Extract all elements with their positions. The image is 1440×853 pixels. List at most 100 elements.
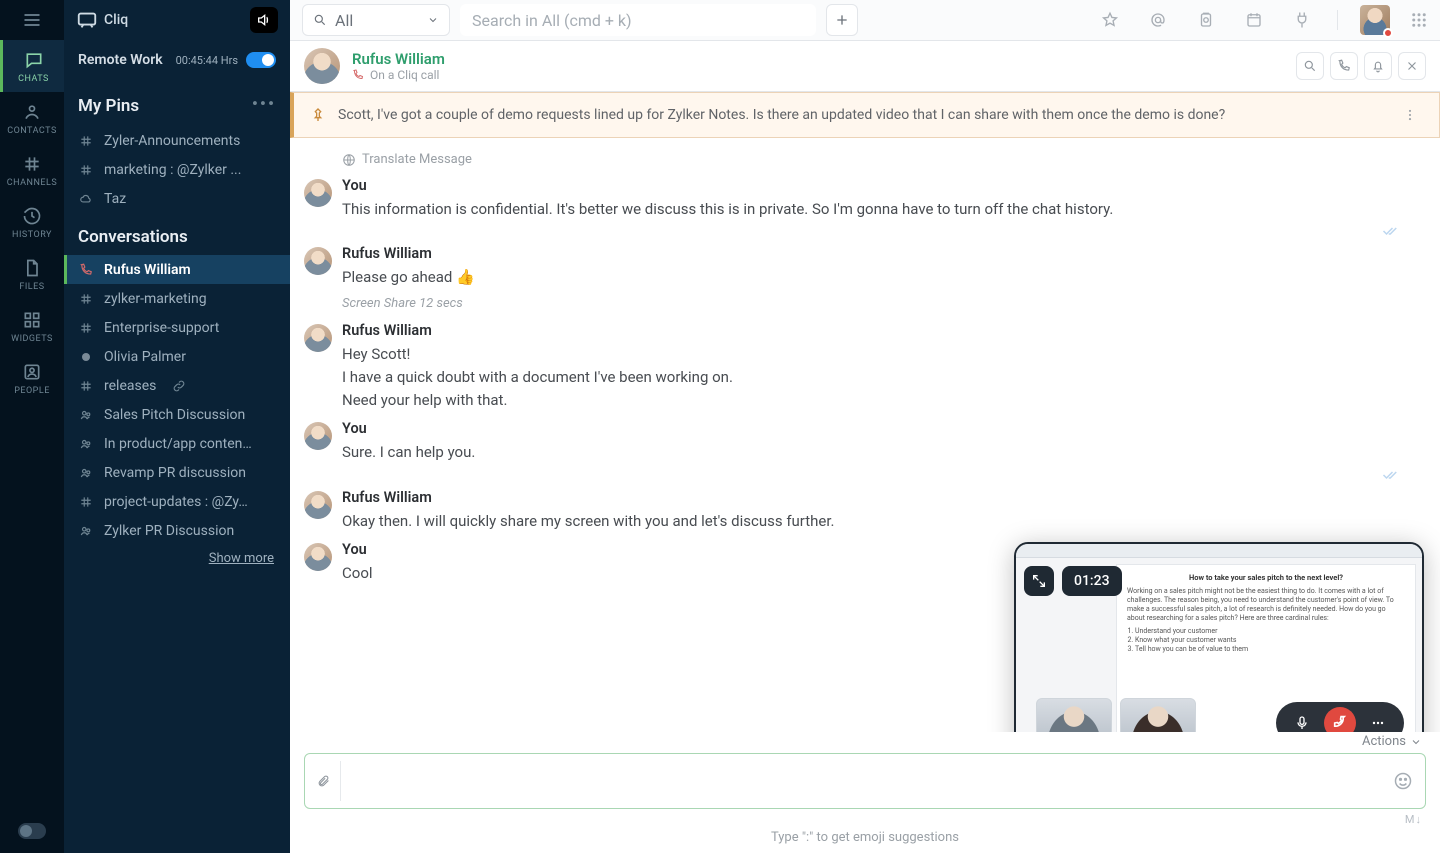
rail-history[interactable]: HISTORY [0,196,64,248]
chevron-down-icon [1410,736,1422,748]
show-more-link[interactable]: Show more [64,545,290,566]
conversation-label: Revamp PR discussion [104,465,246,481]
conversation-label: zylker-marketing [104,291,207,307]
conv-notify-button[interactable] [1364,52,1392,80]
group-icon [78,436,94,452]
emoji-icon [1393,771,1413,791]
conversation-label: releases [104,378,156,394]
call-titlebar [1016,544,1422,558]
message-sender: Rufus William [342,245,1400,262]
rail-contacts[interactable]: CONTACTS [0,92,64,144]
conversation-item[interactable]: project-updates : @Zy… [64,487,290,516]
conversation-item[interactable]: zylker-marketing [64,284,290,313]
star-button[interactable] [1099,9,1121,31]
contact-name[interactable]: Rufus William [352,50,445,68]
link-icon [172,379,186,393]
message-list[interactable]: Translate Message YouThis information is… [290,138,1440,732]
hangup-button[interactable] [1324,707,1356,732]
my-pins-menu[interactable]: ••• [252,94,276,118]
search-input[interactable]: Search in All (cmd + k) [460,4,816,36]
message-avatar [304,491,332,519]
conversation-label: project-updates : @Zy… [104,494,248,510]
mentions-button[interactable] [1147,9,1169,31]
call-window[interactable]: 01:23 How to take your sales pitch to th… [1014,542,1424,732]
message-avatar [304,247,332,275]
search-icon [1303,59,1317,73]
channels-icon [22,154,42,174]
rail-chats[interactable]: CHATS [0,40,64,92]
conversation-item[interactable]: Rufus William [64,255,290,284]
on-call-indicator [1383,28,1393,38]
conversation-item[interactable]: Zylker PR Discussion [64,516,290,545]
status-text: On a Cliq call [370,68,439,82]
message-input[interactable] [351,754,1383,808]
kebab-icon [1403,108,1417,122]
message: Rufus WilliamPlease go ahead 👍Screen Sha… [290,241,1440,317]
search-placeholder: Search in All (cmd + k) [472,11,632,30]
widgets-icon [22,310,42,330]
conv-search-button[interactable] [1296,52,1324,80]
calendar-icon [1245,11,1263,29]
app-switcher-icon[interactable] [1410,11,1428,29]
pin-label: marketing : @Zylker ... [104,162,241,178]
emoji-button[interactable] [1393,771,1413,791]
message-text: Okay then. I will quickly share my scree… [342,510,1400,533]
expand-call-button[interactable] [1024,566,1054,596]
integrations-button[interactable] [1291,9,1313,31]
divider [1337,10,1338,30]
hamburger-menu[interactable] [0,0,64,40]
group-icon [78,465,94,481]
new-button[interactable] [826,4,858,36]
mute-button[interactable] [250,7,278,33]
conversation-label: Sales Pitch Discussion [104,407,245,423]
pin-item[interactable]: Taz [64,184,290,213]
scope-label: All [335,11,353,30]
banner-menu[interactable] [1397,102,1423,128]
message-text: Sure. I can help you. [342,441,1400,464]
markdown-indicator[interactable]: M↓ [290,813,1440,830]
rail-files[interactable]: FILES [0,248,64,300]
conversations-header: Conversations [64,213,290,255]
conversation-item[interactable]: Enterprise-support [64,313,290,342]
conv-call-button[interactable] [1330,52,1358,80]
rail-people[interactable]: PEOPLE [0,352,64,404]
reminders-button[interactable] [1195,9,1217,31]
conversation-item[interactable]: Olivia Palmer [64,342,290,371]
remote-work-toggle[interactable] [246,52,276,68]
calendar-button[interactable] [1243,9,1265,31]
message-text: Please go ahead 👍 [342,266,1400,289]
call-more-button[interactable] [1362,707,1394,732]
brand-name: Cliq [104,12,128,28]
contact-status: On a Cliq call [352,68,445,82]
conversation-item[interactable]: releases [64,371,290,400]
actions-dropdown[interactable]: Actions [290,732,1440,753]
contact-avatar[interactable] [304,48,340,84]
message: Rufus WilliamHey Scott!I have a quick do… [290,318,1440,417]
profile-avatar[interactable] [1360,5,1390,35]
message: Rufus WilliamOkay then. I will quickly s… [290,485,1440,537]
rail-channels[interactable]: CHANNELS [0,144,64,196]
rail-widgets[interactable]: WIDGETS [0,300,64,352]
conversation-item[interactable]: Sales Pitch Discussion [64,400,290,429]
conversation-item[interactable]: In product/app conten… [64,429,290,458]
banner-text: Scott, I've got a couple of demo request… [338,107,1225,123]
message-text: Need your help with that. [342,389,1400,412]
attach-button[interactable] [317,761,341,801]
people-icon [22,362,42,382]
pin-label: Zyler-Announcements [104,133,240,149]
translate-label: Translate Message [362,152,472,167]
brand: Cliq [76,9,128,31]
pins-list: Zyler-Announcements marketing : @Zylker .… [64,126,290,213]
conversation-item[interactable]: Revamp PR discussion [64,458,290,487]
my-pins-title: My Pins [78,96,139,116]
search-scope-dropdown[interactable]: All [302,4,450,36]
participant-thumb-1[interactable] [1036,698,1112,732]
theme-toggle[interactable] [18,823,46,839]
pin-item[interactable]: Zyler-Announcements [64,126,290,155]
participant-thumb-2[interactable] [1120,698,1196,732]
conv-close-button[interactable] [1398,52,1426,80]
doc-title: How to take your sales pitch to the next… [1127,573,1405,583]
mic-button[interactable] [1286,707,1318,732]
translate-row[interactable]: Translate Message [290,146,1440,173]
pin-item[interactable]: marketing : @Zylker ... [64,155,290,184]
